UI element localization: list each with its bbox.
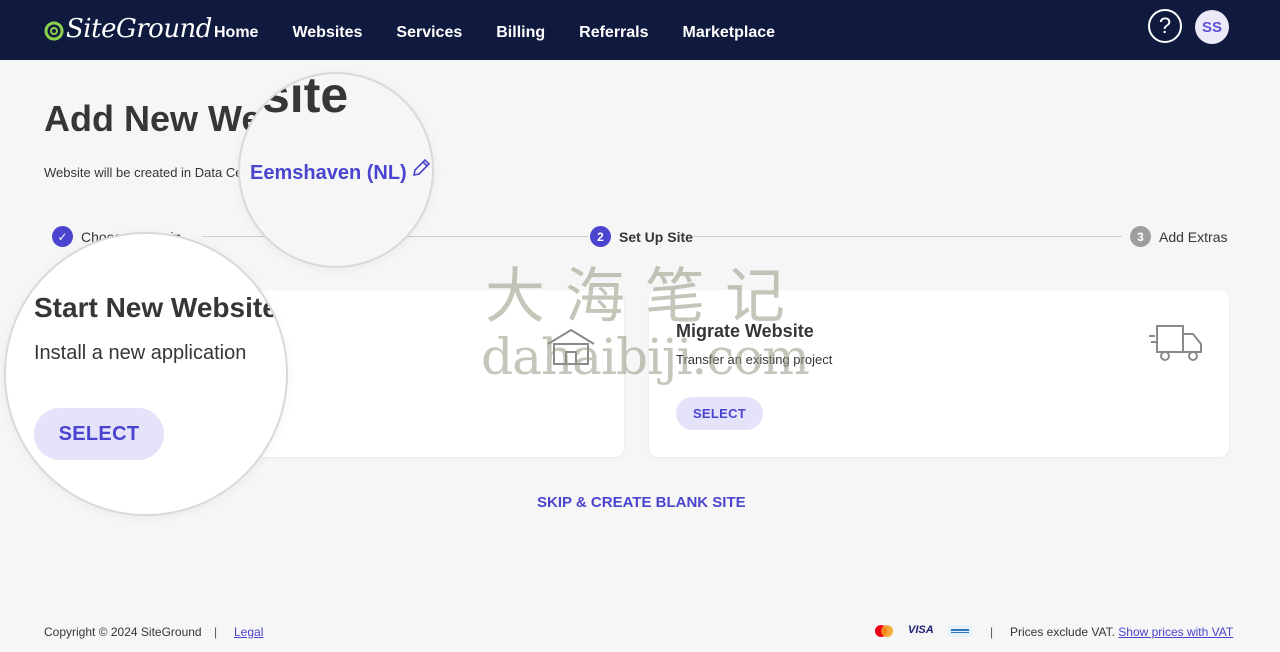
show-prices-with-vat-link[interactable]: Show prices with VAT	[1118, 625, 1233, 639]
visa-icon: VISA	[908, 624, 934, 636]
nav-home[interactable]: Home	[214, 24, 258, 42]
title-magnified-fragment: site	[262, 72, 349, 123]
start-select-button[interactable]: SELECT	[34, 408, 164, 460]
magnified-card-bg	[6, 234, 286, 514]
footer-divider: |	[214, 625, 218, 639]
magnifier-start-card: Start New Website Install a new applicat…	[4, 232, 288, 516]
card-title: Migrate Website	[676, 321, 814, 341]
vat-note: Prices exclude VAT. Show prices with VAT	[1010, 625, 1233, 639]
datacenter-text: Website will be created in Data Center:	[44, 165, 268, 180]
datacenter-name[interactable]: Eemshaven (NL)	[250, 162, 407, 185]
nav-billing[interactable]: Billing	[496, 24, 545, 42]
step-number: 2	[590, 226, 611, 247]
help-icon[interactable]: ?	[1148, 9, 1182, 43]
top-navigation-bar: SiteGround Home Websites Services Billin…	[0, 0, 1280, 60]
step-set-up-site: 2 Set Up Site	[590, 226, 693, 247]
legal-link[interactable]: Legal	[234, 625, 263, 639]
amex-icon	[948, 625, 972, 637]
copyright-text: Copyright © 2024 SiteGround	[44, 625, 202, 639]
mastercard-icon	[875, 625, 893, 637]
vat-text: Prices exclude VAT.	[1010, 625, 1115, 639]
step-label: Set Up Site	[619, 228, 693, 245]
datacenter-prefix: Website will be created in Data Center:	[44, 165, 269, 180]
nav-marketplace[interactable]: Marketplace	[683, 24, 776, 42]
step-label: Add Extras	[1159, 228, 1228, 245]
house-icon	[547, 328, 595, 365]
truck-icon	[1149, 325, 1202, 361]
step-number: 3	[1130, 226, 1151, 247]
nav-services[interactable]: Services	[396, 24, 462, 42]
logo-text: SiteGround	[66, 14, 212, 44]
footer-divider: |	[990, 625, 994, 639]
footer: Copyright © 2024 SiteGround | Legal VISA…	[0, 620, 1280, 652]
siteground-logo[interactable]: SiteGround	[44, 12, 212, 46]
card-description: Transfer an existing project	[676, 352, 833, 367]
nav-websites[interactable]: Websites	[292, 24, 362, 42]
edit-pencil-icon[interactable]	[411, 158, 431, 178]
siteground-logo-icon	[44, 21, 64, 41]
nav-referrals[interactable]: Referrals	[579, 24, 648, 42]
card-title: Start New Website	[34, 292, 278, 323]
skip-create-blank-site-link[interactable]: SKIP & CREATE BLANK SITE	[537, 494, 746, 511]
main-nav: Home Websites Services Billing Referrals…	[214, 24, 809, 42]
migrate-website-card[interactable]: Migrate Website Transfer an existing pro…	[649, 290, 1229, 457]
step-connector	[692, 236, 1122, 237]
migrate-select-button[interactable]: SELECT	[676, 397, 763, 430]
card-description: Install a new application	[34, 342, 247, 364]
user-avatar[interactable]: SS	[1195, 10, 1229, 44]
step-add-extras: 3 Add Extras	[1130, 226, 1227, 247]
